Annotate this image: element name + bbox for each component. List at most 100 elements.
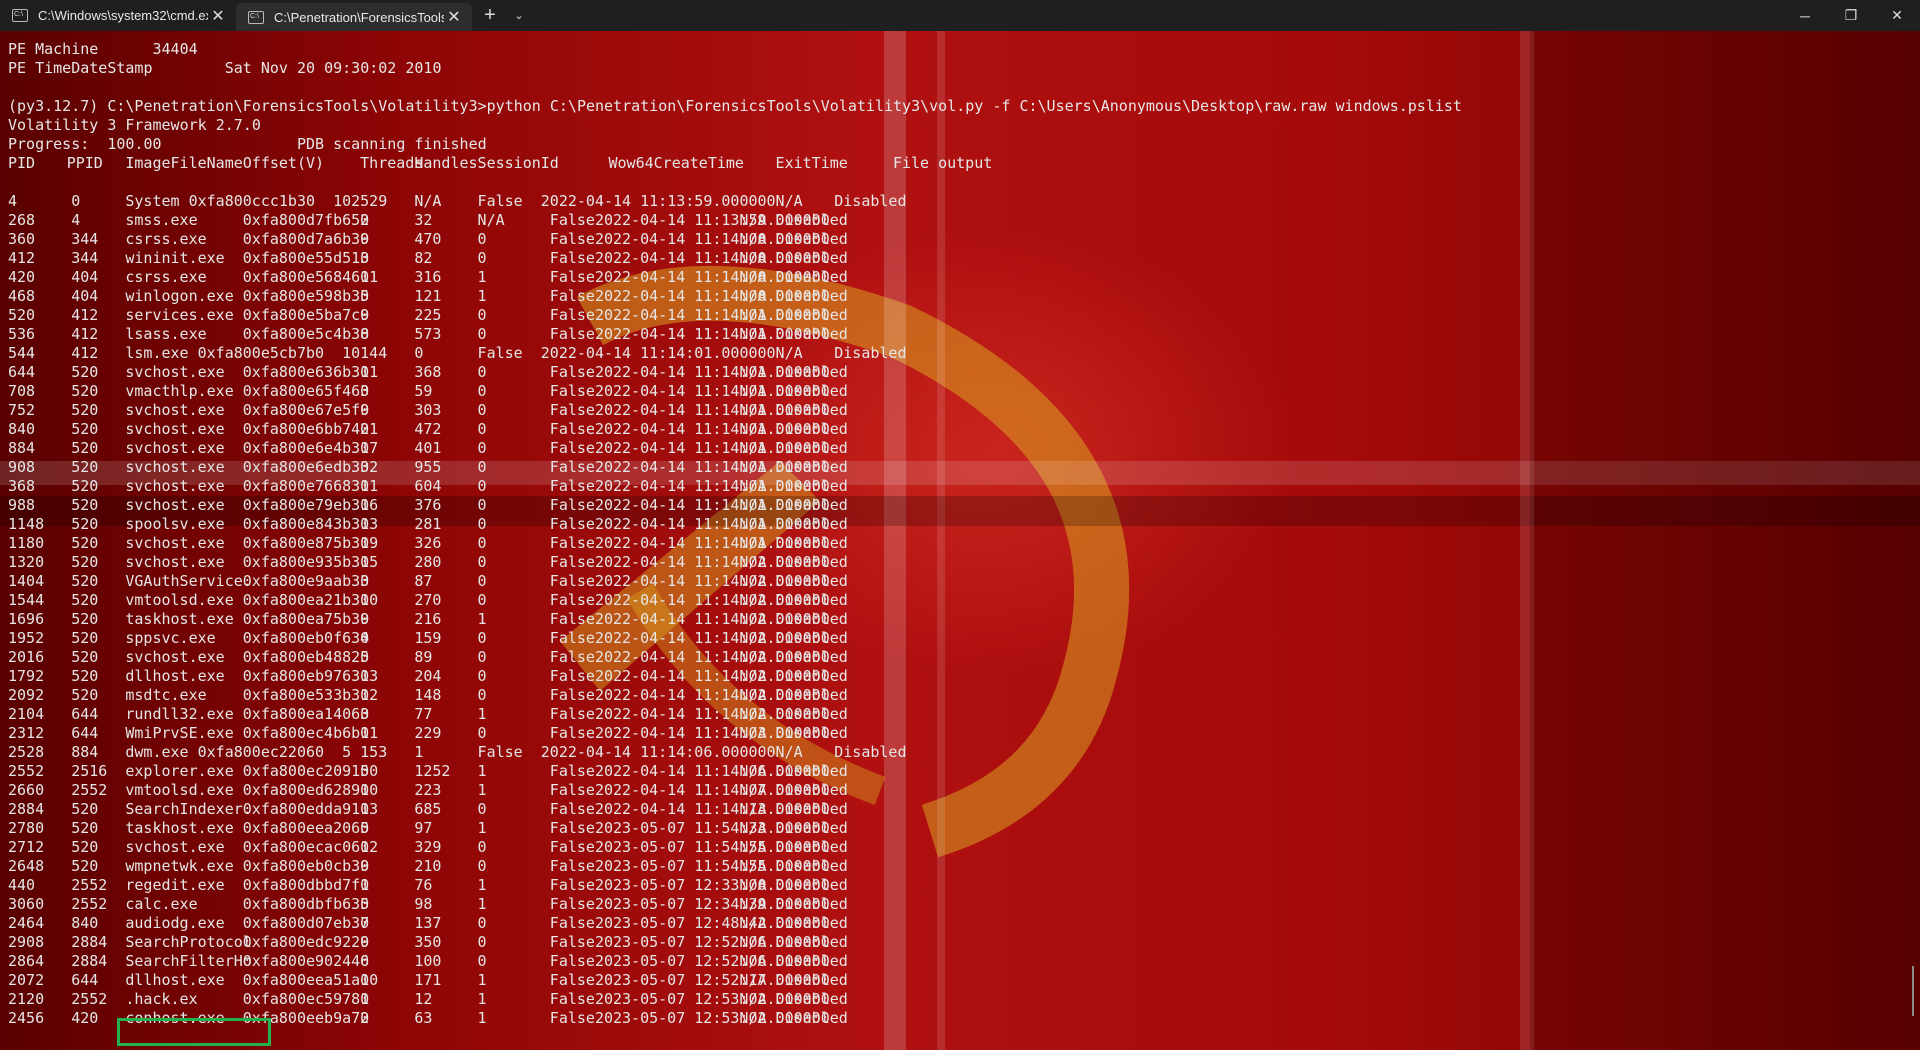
table-cell: 520 [71, 363, 99, 381]
table-cell: 0xfa800eea2060 [242, 819, 370, 837]
table-cell: False [477, 743, 523, 761]
table-cell: 10 [360, 971, 379, 989]
table-row: 2648 520 wmpnetwk.exe 0xfa800eb0cb30 9 210 0 Fa… [8, 857, 1462, 876]
table-cell: 368 [414, 363, 442, 381]
new-tab-button[interactable]: + [472, 0, 508, 31]
table-cell: False [549, 534, 595, 552]
table-cell: 0 [477, 249, 487, 267]
table-cell: Disabled [775, 914, 848, 932]
terminal-line: (py3.12.7) C:\Penetration\ForensicsTools… [8, 97, 1462, 115]
minimize-button[interactable]: ─ [1782, 0, 1828, 31]
close-window-button[interactable]: ✕ [1874, 0, 1920, 31]
table-cell: 520 [71, 838, 99, 856]
table-row: 708 520 vmacthlp.exe 0xfa800e65f460 3 59 0 Fals… [8, 382, 1462, 401]
table-cell: 1 [477, 268, 487, 286]
table-cell: 2552 [71, 876, 108, 894]
table-cell: 329 [414, 838, 442, 856]
table-cell: 0xfa800e6e4b30 [242, 439, 370, 457]
close-icon[interactable]: ✕ [208, 6, 228, 26]
table-cell: 11 [360, 724, 379, 742]
table-cell: 412 [71, 306, 99, 324]
table-cell: 0xfa800e533b30 [242, 686, 370, 704]
table-cell: 3 [360, 572, 370, 590]
title-bar-drag-area[interactable] [530, 0, 1782, 31]
table-cell: 2552 [71, 895, 108, 913]
table-cell: winlogon.exe [125, 287, 234, 305]
table-cell: 10 [342, 344, 361, 362]
table-cell: False [549, 686, 595, 704]
table-cell: 0 [477, 686, 487, 704]
table-cell: wininit.exe [125, 249, 225, 267]
table-cell: 210 [414, 857, 442, 875]
table-cell: Disabled [775, 724, 848, 742]
table-cell: 63 [414, 1009, 433, 1027]
table-cell: 955 [414, 458, 442, 476]
table-cell: 9 [360, 306, 370, 324]
table-cell: 412 [71, 344, 99, 362]
table-cell: False [549, 705, 595, 723]
maximize-button[interactable]: ❐ [1828, 0, 1874, 31]
terminal-output[interactable]: PE Machine 34404 PE TimeDateStamp Sat Nov… [8, 40, 1462, 1028]
table-row: 544 412 lsm.exe 0xfa800e5cb7b0 10 144 0 False 20… [8, 344, 1462, 363]
table-cell: 8 [360, 325, 370, 343]
table-cell: Disabled [775, 971, 848, 989]
table-row: 368 520 svchost.exe 0xfa800e766830 11 604 0 Fal… [8, 477, 1462, 496]
table-cell: 644 [71, 724, 99, 742]
table-cell: 644 [8, 363, 36, 381]
table-cell: msdtc.exe [125, 686, 207, 704]
table-cell: 0xfa800ec59780 [242, 990, 370, 1008]
table-cell: N/A [739, 382, 767, 400]
table-cell: svchost.exe [125, 838, 225, 856]
table-row: 2884 520 SearchIndexer. 0xfa800edda910 13 685… [8, 800, 1462, 819]
table-cell: 0xfa800d07eb30 [242, 914, 370, 932]
table-cell: 159 [414, 629, 442, 647]
chevron-down-icon[interactable]: ⌄ [508, 0, 530, 31]
table-cell: False [477, 192, 523, 210]
table-cell: explorer.exe [125, 762, 234, 780]
table-cell: calc.exe [125, 895, 198, 913]
table-cell: False [549, 211, 595, 229]
table-row: 2780 520 taskhost.exe 0xfa800eea2060 5 97 1 Fal… [8, 819, 1462, 838]
table-cell: svchost.exe [125, 363, 225, 381]
table-cell: taskhost.exe [125, 610, 234, 628]
table-cell: 2456 [8, 1009, 45, 1027]
table-cell: N/A [739, 496, 767, 514]
table-cell: 0xfa800e5c4b30 [242, 325, 370, 343]
terminal-window[interactable]: PE Machine 34404 PE TimeDateStamp Sat Nov… [0, 31, 1920, 1050]
table-cell: 89 [414, 648, 433, 666]
table-row: 2864 2884 SearchFilterHo 0xfa800e902440 6 100… [8, 952, 1462, 971]
table-cell: dllhost.exe [125, 971, 225, 989]
table-cell: Disabled [775, 1009, 848, 1027]
table-cell: 2 [360, 211, 370, 229]
table-cell: 1180 [8, 534, 45, 552]
table-cell: 3060 [8, 895, 45, 913]
table-cell: 401 [414, 439, 442, 457]
table-cell: 520 [71, 401, 99, 419]
table-cell: 2552 [71, 781, 108, 799]
close-icon[interactable]: ✕ [444, 7, 464, 27]
table-cell: 0 [477, 458, 487, 476]
table-row: 3060 2552 calc.exe 0xfa800dbfb630 5 98 1 False 2… [8, 895, 1462, 914]
table-cell: 5 [360, 895, 370, 913]
table-cell: 121 [414, 287, 442, 305]
table-cell: 2712 [8, 838, 45, 856]
table-cell: 0xfa800ccc1b30 [188, 192, 316, 210]
table-cell: Disabled [775, 610, 848, 628]
table-cell: False [549, 914, 595, 932]
table-row: 2552 2516 explorer.exe 0xfa800ec20910 50 1252… [8, 762, 1462, 781]
table-cell: csrss.exe [125, 230, 207, 248]
table-cell: False [549, 667, 595, 685]
table-cell: 32 [360, 458, 379, 476]
table-cell: N/A [739, 648, 767, 666]
table-row: 420 404 csrss.exe 0xfa800e568460 11 316 1 False… [8, 268, 1462, 287]
table-row: 1544 520 vmtoolsd.exe 0xfa800ea21b30 10 270 0 F… [8, 591, 1462, 610]
table-row: 536 412 lsass.exe 0xfa800e5c4b30 8 573 0 False 2… [8, 325, 1462, 344]
table-cell: 520 [71, 857, 99, 875]
table-cell: 1 [477, 971, 487, 989]
tab-volatility[interactable]: C:\ C:\Penetration\ForensicsTools\ ✕ [236, 3, 472, 31]
table-cell: 17 [360, 439, 379, 457]
tab-cmd[interactable]: C:\ C:\Windows\system32\cmd.exe ✕ [0, 0, 236, 31]
table-row: 2120 2552 .hack.ex 0xfa800ec59780 1 12 1 False 2… [8, 990, 1462, 1009]
table-cell: 412 [8, 249, 36, 267]
scrollbar-thumb[interactable] [1912, 966, 1914, 1016]
